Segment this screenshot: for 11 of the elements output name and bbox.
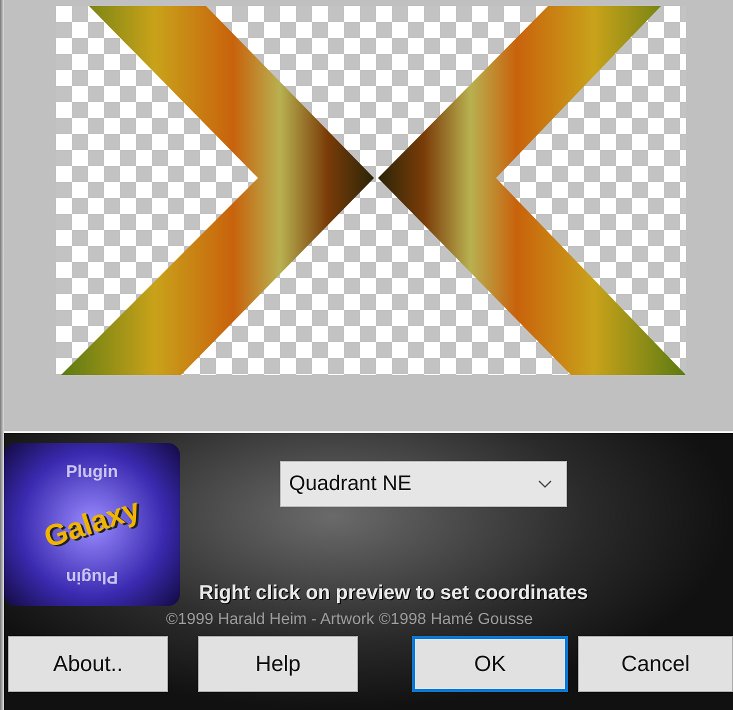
copyright-text: ©1999 Harald Heim - Artwork ©1998 Hamé Gousse [166,611,534,629]
dialog-button[interactable]: OK [412,636,568,692]
dialog-button[interactable]: About.. [8,636,168,692]
logo-text: Plugin [66,567,118,588]
hint-text: Right click on preview to set coordinates [199,582,589,605]
dialog-button[interactable]: Cancel [578,636,733,692]
chevron-down-icon [538,480,552,488]
dialog-button[interactable]: Help [198,636,358,692]
logo-text: Galaxy [40,493,144,556]
mode-dropdown[interactable]: Quadrant NE [280,461,567,507]
logo-text: Plugin [66,462,118,482]
